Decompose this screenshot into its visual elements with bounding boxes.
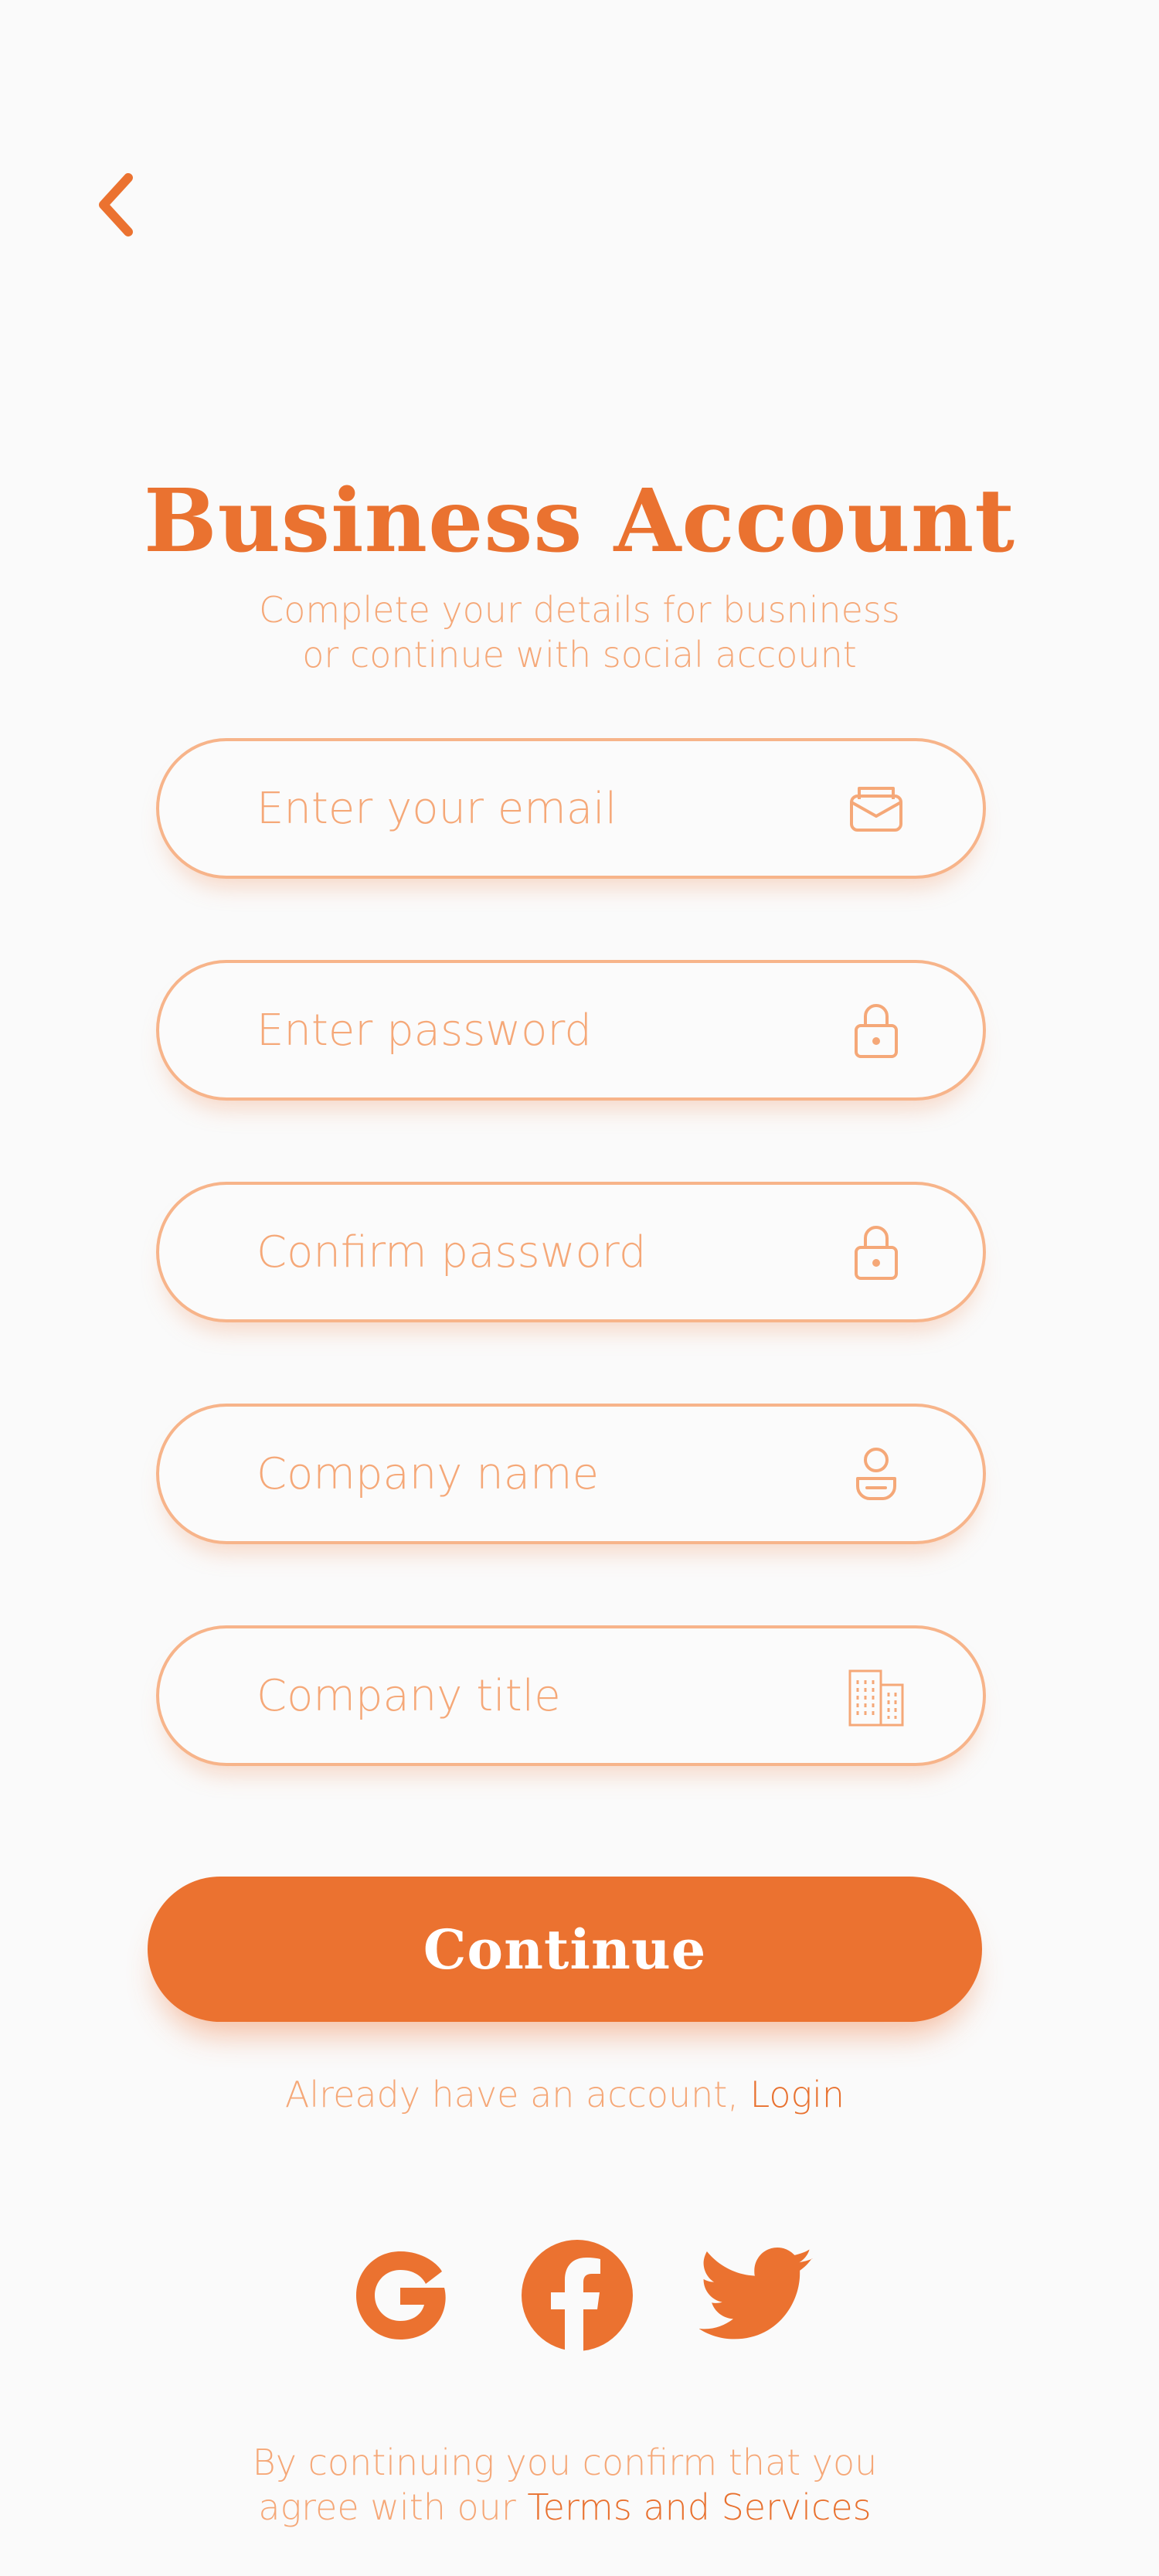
login-prompt: Already have an account, Login (0, 2071, 1130, 2118)
login-prompt-text: Already have an account, (284, 2074, 750, 2115)
twitter-icon (699, 2248, 813, 2339)
login-link[interactable]: Login (750, 2074, 845, 2115)
subtitle-line-2: or continue with social account (302, 634, 857, 675)
continue-button[interactable]: Continue (148, 1877, 982, 2022)
google-icon (356, 2251, 446, 2339)
lock-icon (845, 1221, 907, 1283)
email-field[interactable] (255, 782, 845, 835)
facebook-login-button[interactable] (515, 2234, 639, 2357)
email-field-container (156, 738, 986, 879)
lock-icon (845, 999, 907, 1061)
page-title: Business Account (143, 471, 1016, 572)
password-field-container (156, 960, 986, 1101)
company-title-field-container (156, 1625, 986, 1766)
facebook-icon (522, 2240, 633, 2353)
confirm-password-field-container (156, 1182, 986, 1322)
terms-line-1: By continuing you confirm that you (252, 2442, 878, 2483)
twitter-login-button[interactable] (695, 2234, 819, 2357)
company-title-field[interactable] (255, 1669, 845, 1722)
building-icon (845, 1665, 907, 1727)
back-button[interactable] (93, 166, 155, 243)
terms-notice: By continuing you confirm that you agree… (0, 2440, 1130, 2530)
terms-link[interactable]: Terms and Services (527, 2486, 871, 2528)
subtitle-line-1: Complete your details for busniness (259, 589, 900, 631)
terms-line-2: agree with our Terms and Services (0, 2485, 1130, 2530)
terms-line-2-prefix: agree with our (258, 2486, 528, 2528)
confirm-password-field[interactable] (255, 1226, 845, 1278)
chevron-left-icon (99, 173, 133, 237)
google-login-button[interactable] (338, 2234, 462, 2357)
company-name-field-container (156, 1404, 986, 1544)
page-subtitle: Complete your details for busniness or c… (193, 587, 966, 677)
mail-icon (845, 778, 907, 839)
company-name-field[interactable] (255, 1448, 845, 1500)
user-icon (845, 1443, 907, 1505)
password-field[interactable] (255, 1004, 845, 1057)
